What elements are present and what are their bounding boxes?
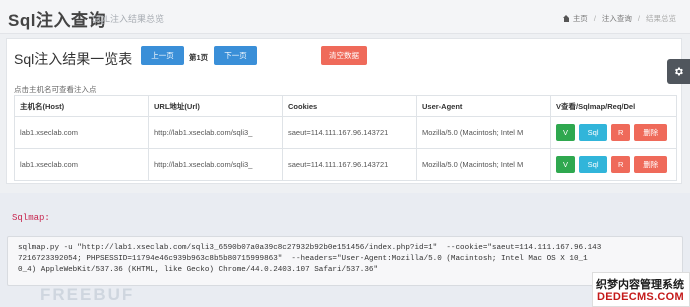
column-header-host: 主机名(Host): [14, 95, 149, 117]
badge-line-1: 织梦内容管理系统: [596, 279, 684, 291]
request-button[interactable]: R: [611, 156, 631, 173]
column-header-cookies: Cookies: [282, 95, 417, 117]
dedecms-badge: 织梦内容管理系统 DEDECMS.COM: [592, 272, 690, 307]
cookies-cell: saeut=114.111.167.96.143721: [282, 148, 417, 181]
column-header-actions: V查看/Sqlmap/Req/Del: [550, 95, 677, 117]
settings-toggle[interactable]: [667, 59, 690, 84]
badge-line-2: DEDECMS.COM: [596, 291, 684, 303]
command-line: 7216723392054; PHPSESSID=11794e46c939b96…: [18, 255, 588, 263]
page-subtitle: SQL注入结果总览: [92, 14, 165, 24]
command-line: 0_4) AppleWebKit/537.36 (KHTML, like Gec…: [18, 266, 379, 274]
breadcrumb-home[interactable]: 主页: [573, 13, 588, 24]
url-cell: http://lab1.xseclab.com/sqli3_: [148, 148, 283, 181]
results-panel: Sql注入结果一览表 上一页 第1页 下一页 清空数据 点击主机名可查看注入点 …: [6, 38, 682, 184]
gear-icon: [675, 67, 683, 76]
results-table: 主机名(Host) URL地址(Url) Cookies User-Agent …: [14, 95, 677, 181]
prev-page-button[interactable]: 上一页: [141, 46, 184, 65]
actions-cell: V Sql R 删除: [550, 148, 677, 181]
breadcrumb-separator: /: [593, 14, 596, 23]
cookies-cell: saeut=114.111.167.96.143721: [282, 116, 417, 149]
next-page-button[interactable]: 下一页: [214, 46, 257, 65]
table-row: lab1.xseclab.com http://lab1.xseclab.com…: [14, 116, 677, 149]
column-header-url: URL地址(Url): [148, 95, 283, 117]
view-button[interactable]: V: [556, 124, 575, 141]
view-button[interactable]: V: [556, 156, 575, 173]
url-cell: http://lab1.xseclab.com/sqli3_: [148, 116, 283, 149]
delete-button[interactable]: 删除: [634, 124, 668, 141]
sqlmap-button[interactable]: Sql: [579, 124, 608, 141]
freebuf-watermark: FREEBUF: [40, 285, 135, 304]
request-button[interactable]: R: [611, 124, 631, 141]
top-bar: Sql注入查询 SQL注入结果总览 主页 / 注入查询 / 结果总览: [0, 0, 690, 34]
table-row: lab1.xseclab.com http://lab1.xseclab.com…: [14, 148, 677, 181]
sqlmap-button[interactable]: Sql: [579, 156, 608, 173]
breadcrumb-current: 结果总览: [646, 14, 676, 23]
clear-data-button[interactable]: 清空数据: [321, 46, 367, 65]
sqlmap-label: Sqlmap:: [12, 213, 50, 223]
table-hint: 点击主机名可查看注入点: [14, 85, 97, 94]
host-cell[interactable]: lab1.xseclab.com: [14, 116, 149, 149]
home-icon: [562, 15, 570, 22]
list-title: Sql注入结果一览表: [14, 51, 133, 67]
user-agent-cell: Mozilla/5.0 (Macintosh; Intel M: [416, 148, 551, 181]
delete-button[interactable]: 删除: [634, 156, 668, 173]
column-header-user-agent: User-Agent: [416, 95, 551, 117]
page-indicator: 第1页: [189, 53, 209, 62]
user-agent-cell: Mozilla/5.0 (Macintosh; Intel M: [416, 116, 551, 149]
breadcrumb-separator: /: [637, 14, 640, 23]
sqlmap-command-box[interactable]: sqlmap.py -u "http://lab1.xseclab.com/sq…: [7, 236, 683, 286]
breadcrumb: 主页 / 注入查询 / 结果总览: [562, 13, 676, 24]
table-header-row: 主机名(Host) URL地址(Url) Cookies User-Agent …: [14, 95, 677, 117]
command-line: sqlmap.py -u "http://lab1.xseclab.com/sq…: [18, 244, 602, 252]
breadcrumb-inject-query[interactable]: 注入查询: [602, 13, 632, 24]
host-cell[interactable]: lab1.xseclab.com: [14, 148, 149, 181]
actions-cell: V Sql R 删除: [550, 116, 677, 149]
